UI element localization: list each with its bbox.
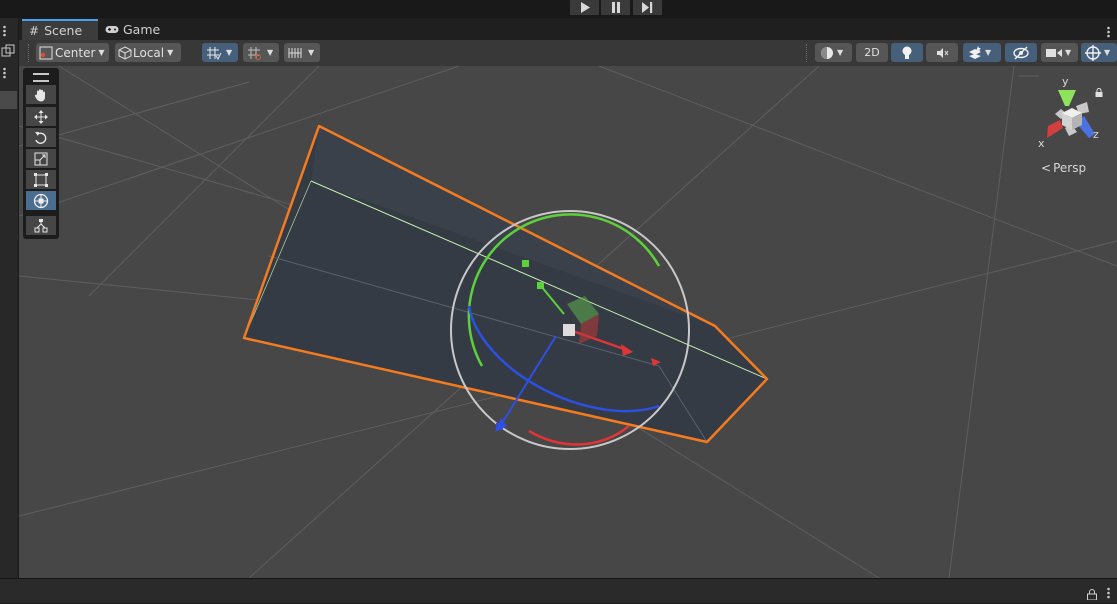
tab-bar: # Scene Game	[19, 19, 1117, 40]
camera-icon	[1046, 48, 1062, 57]
grid-snap-button[interactable]: ▼	[202, 43, 238, 62]
play-controls-bar	[0, 0, 1117, 18]
rect-tool-icon	[34, 172, 48, 187]
overlay-icon[interactable]	[1, 43, 15, 57]
more-options-icon[interactable]	[3, 64, 6, 79]
orientation-gizmo[interactable]	[1047, 90, 1095, 138]
pause-icon	[611, 2, 620, 13]
custom-tool-icon	[34, 218, 48, 232]
tab-scene-label: Scene	[44, 23, 83, 38]
left-panel-strip	[0, 18, 19, 578]
snap-settings-button[interactable]: ▼	[284, 43, 320, 62]
more-options-icon[interactable]	[3, 22, 6, 37]
play-icon	[580, 2, 590, 13]
transform-tool-icon	[33, 193, 49, 208]
rotate-tool-button[interactable]	[26, 128, 56, 147]
move-tool-icon	[34, 109, 48, 124]
axis-z-label: z	[1093, 128, 1099, 141]
audio-muted-icon	[937, 47, 949, 58]
increment-snap-icon	[248, 46, 261, 60]
toolbar-grip	[28, 44, 31, 62]
selected-row[interactable]	[0, 91, 17, 109]
lightbulb-icon	[902, 46, 912, 59]
rotate-tool-icon	[35, 131, 47, 144]
move-tool-button[interactable]	[26, 107, 56, 126]
axis-x-label: x	[1038, 137, 1045, 150]
lighting-toggle-button[interactable]	[891, 43, 923, 62]
scene-viewport[interactable]: y x z < Persp	[19, 66, 1117, 578]
gizmos-icon	[1085, 44, 1101, 61]
rotate-x-handle[interactable]	[528, 425, 630, 446]
more-options-icon[interactable]	[1107, 584, 1110, 603]
hidden-eye-icon	[1013, 46, 1029, 59]
scene-canvas[interactable]	[19, 66, 1117, 578]
grid-icon: #	[29, 23, 40, 38]
audio-toggle-button[interactable]	[926, 43, 958, 62]
camera-settings-dropdown[interactable]: ▼	[1041, 43, 1078, 62]
ruler-icon	[288, 47, 302, 58]
pause-button[interactable]	[601, 0, 630, 15]
pivot-center-icon	[39, 46, 53, 59]
space-dropdown[interactable]: Local ▼	[115, 43, 181, 62]
play-button[interactable]	[570, 0, 599, 15]
space-label: Local	[133, 45, 165, 60]
draw-mode-dropdown[interactable]: ▼	[815, 43, 852, 62]
tools-palette	[23, 68, 59, 239]
local-space-icon	[118, 45, 132, 60]
palette-grip-icon[interactable]	[33, 73, 49, 82]
scale-tool-icon	[34, 152, 48, 165]
effects-dropdown[interactable]: ▼	[963, 43, 1001, 62]
scene-toolbar: Center ▼ Local ▼ ▼ ▼ ▼ ▼ 2D ▼ ▼ ▼	[19, 40, 1117, 67]
increment-snap-button[interactable]: ▼	[243, 43, 279, 62]
tab-game[interactable]: Game	[101, 19, 175, 40]
effects-layers-icon	[969, 45, 981, 59]
pivot-dropdown[interactable]: Center ▼	[36, 43, 109, 62]
transform-tool-button[interactable]	[26, 191, 56, 210]
custom-tool-button[interactable]	[26, 216, 56, 235]
toggle-2d-label: 2D	[864, 46, 880, 59]
tab-scene[interactable]: # Scene	[22, 19, 98, 40]
gamepad-icon	[105, 26, 119, 33]
projection-toggle[interactable]: < Persp	[1041, 161, 1086, 175]
hand-tool-button[interactable]	[26, 85, 56, 104]
projection-label: Persp	[1053, 161, 1087, 175]
tab-game-label: Game	[123, 22, 161, 37]
rect-tool-button[interactable]	[26, 170, 56, 189]
grid-snap-icon	[207, 46, 222, 60]
bottom-panel-header	[0, 578, 1117, 603]
shading-mode-icon	[821, 46, 833, 59]
step-icon	[642, 2, 653, 13]
chevron-left-icon: <	[1041, 161, 1052, 175]
lock-icon[interactable]	[1087, 585, 1097, 604]
gizmos-dropdown[interactable]: ▼	[1081, 43, 1117, 62]
scene-visibility-button[interactable]	[1005, 43, 1037, 62]
view-tool-hand-icon	[34, 88, 45, 101]
toolbar-grip	[806, 44, 809, 62]
lock-icon[interactable]	[1095, 82, 1103, 101]
step-button[interactable]	[633, 0, 662, 15]
scale-tool-button[interactable]	[26, 149, 56, 168]
axis-y-label: y	[1062, 75, 1069, 88]
selected-mesh[interactable]	[242, 124, 769, 444]
toggle-2d-button[interactable]: 2D	[856, 43, 888, 62]
pivot-label: Center	[55, 45, 96, 60]
